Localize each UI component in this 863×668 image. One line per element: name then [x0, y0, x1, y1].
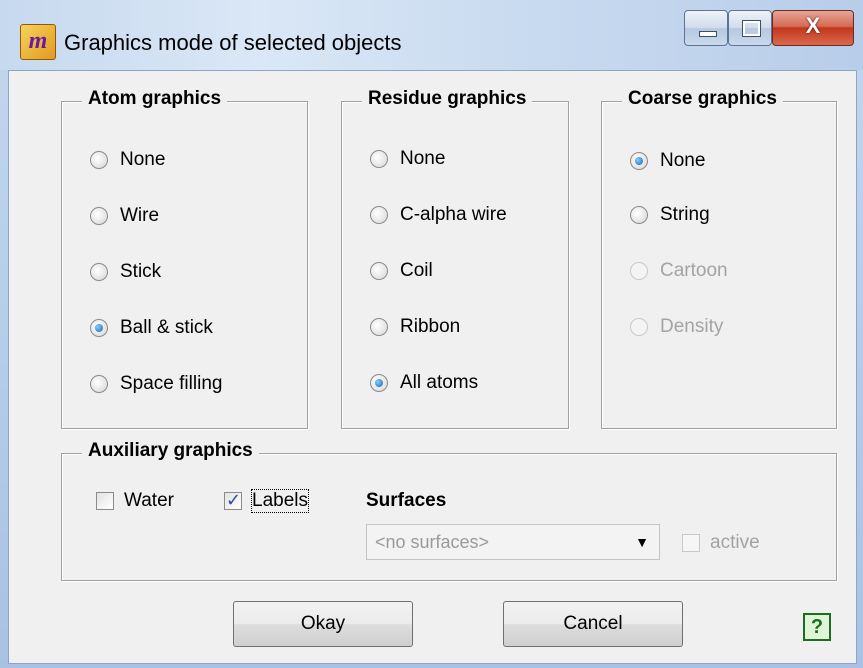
option-label: All atoms [400, 372, 479, 393]
auxiliary-graphics-legend: Auxiliary graphics [82, 440, 259, 462]
surfaces-dropdown: <no surfaces> ▼ [366, 524, 660, 560]
active-checkbox-row: active [682, 532, 760, 554]
atom-option-wire[interactable]: Wire [90, 205, 159, 227]
water-label: Water [124, 490, 174, 511]
auxiliary-graphics-group: Auxiliary graphics Water Labels Surfaces… [61, 440, 837, 581]
coarse-graphics-legend: Coarse graphics [622, 88, 783, 110]
title-bar[interactable]: m Graphics mode of selected objects X [0, 0, 863, 70]
option-label: Ball & stick [120, 317, 213, 338]
atom-graphics-group: Atom graphics None Wire Stick Ball & sti… [61, 88, 308, 429]
coarse-graphics-group: Coarse graphics None String Cartoon Dens… [601, 88, 837, 429]
labels-checkbox-row[interactable]: Labels [224, 489, 309, 513]
radio-button[interactable] [370, 206, 388, 224]
close-icon: X [805, 13, 821, 38]
radio-button[interactable] [630, 206, 648, 224]
residue-graphics-legend: Residue graphics [362, 88, 533, 110]
minimize-button[interactable] [684, 10, 728, 46]
coarse-option-density: Density [630, 316, 723, 338]
option-label: Density [660, 316, 724, 337]
option-label: Wire [120, 205, 160, 226]
radio-button [630, 318, 648, 336]
atom-graphics-legend: Atom graphics [82, 88, 228, 110]
coarse-option-none[interactable]: None [630, 150, 705, 172]
residue-option-c-alpha-wire[interactable]: C-alpha wire [370, 204, 507, 226]
residue-option-coil[interactable]: Coil [370, 260, 433, 282]
residue-graphics-group: Residue graphics None C-alpha wire Coil … [341, 88, 569, 429]
option-label: None [120, 149, 166, 170]
surfaces-label: Surfaces [366, 490, 447, 511]
radio-button[interactable] [90, 207, 108, 225]
maximize-button[interactable] [728, 10, 772, 46]
window-title: Graphics mode of selected objects [64, 30, 402, 55]
radio-button[interactable] [370, 150, 388, 168]
option-label: Stick [120, 261, 162, 282]
option-label: None [660, 150, 706, 171]
okay-button[interactable]: Okay [233, 601, 413, 647]
radio-button [630, 262, 648, 280]
radio-button[interactable] [90, 263, 108, 281]
option-label: Space filling [120, 373, 223, 394]
option-label: None [400, 148, 446, 169]
cancel-button[interactable]: Cancel [503, 601, 683, 647]
option-label: Coil [400, 260, 433, 281]
radio-button[interactable] [370, 262, 388, 280]
residue-option-ribbon[interactable]: Ribbon [370, 316, 460, 338]
radio-button[interactable] [630, 152, 648, 170]
radio-button[interactable] [370, 318, 388, 336]
water-checkbox-row[interactable]: Water [96, 490, 174, 512]
atom-option-space-filling[interactable]: Space filling [90, 373, 222, 395]
dialog-client-area: Atom graphics None Wire Stick Ball & sti… [8, 70, 857, 664]
radio-button[interactable] [90, 375, 108, 393]
surfaces-dropdown-value: <no surfaces> [375, 532, 490, 552]
coarse-option-string[interactable]: String [630, 204, 710, 226]
radio-button[interactable] [90, 319, 108, 337]
active-label: active [710, 532, 760, 553]
atom-option-ball-and-stick[interactable]: Ball & stick [90, 317, 213, 339]
atom-option-stick[interactable]: Stick [90, 261, 161, 283]
radio-button[interactable] [90, 151, 108, 169]
option-label: C-alpha wire [400, 204, 507, 225]
close-button[interactable]: X [772, 10, 854, 46]
labels-label: Labels [251, 489, 309, 513]
dialog-window: m Graphics mode of selected objects X At… [0, 0, 863, 668]
help-button[interactable]: ? [803, 613, 831, 641]
active-checkbox [682, 534, 700, 552]
maximize-icon [742, 20, 761, 37]
coarse-option-cartoon: Cartoon [630, 260, 728, 282]
option-label: String [660, 204, 710, 225]
help-icon: ? [810, 616, 824, 638]
dropdown-arrow-icon: ▼ [635, 534, 649, 550]
residue-option-all-atoms[interactable]: All atoms [370, 372, 478, 394]
option-label: Cartoon [660, 260, 728, 281]
option-label: Ribbon [400, 316, 461, 337]
atom-option-none[interactable]: None [90, 149, 165, 171]
minimize-icon [699, 31, 717, 37]
labels-checkbox[interactable] [224, 490, 242, 511]
radio-button[interactable] [370, 374, 388, 392]
residue-option-none[interactable]: None [370, 148, 445, 170]
app-icon[interactable]: m [20, 24, 56, 60]
water-checkbox[interactable] [96, 492, 114, 510]
